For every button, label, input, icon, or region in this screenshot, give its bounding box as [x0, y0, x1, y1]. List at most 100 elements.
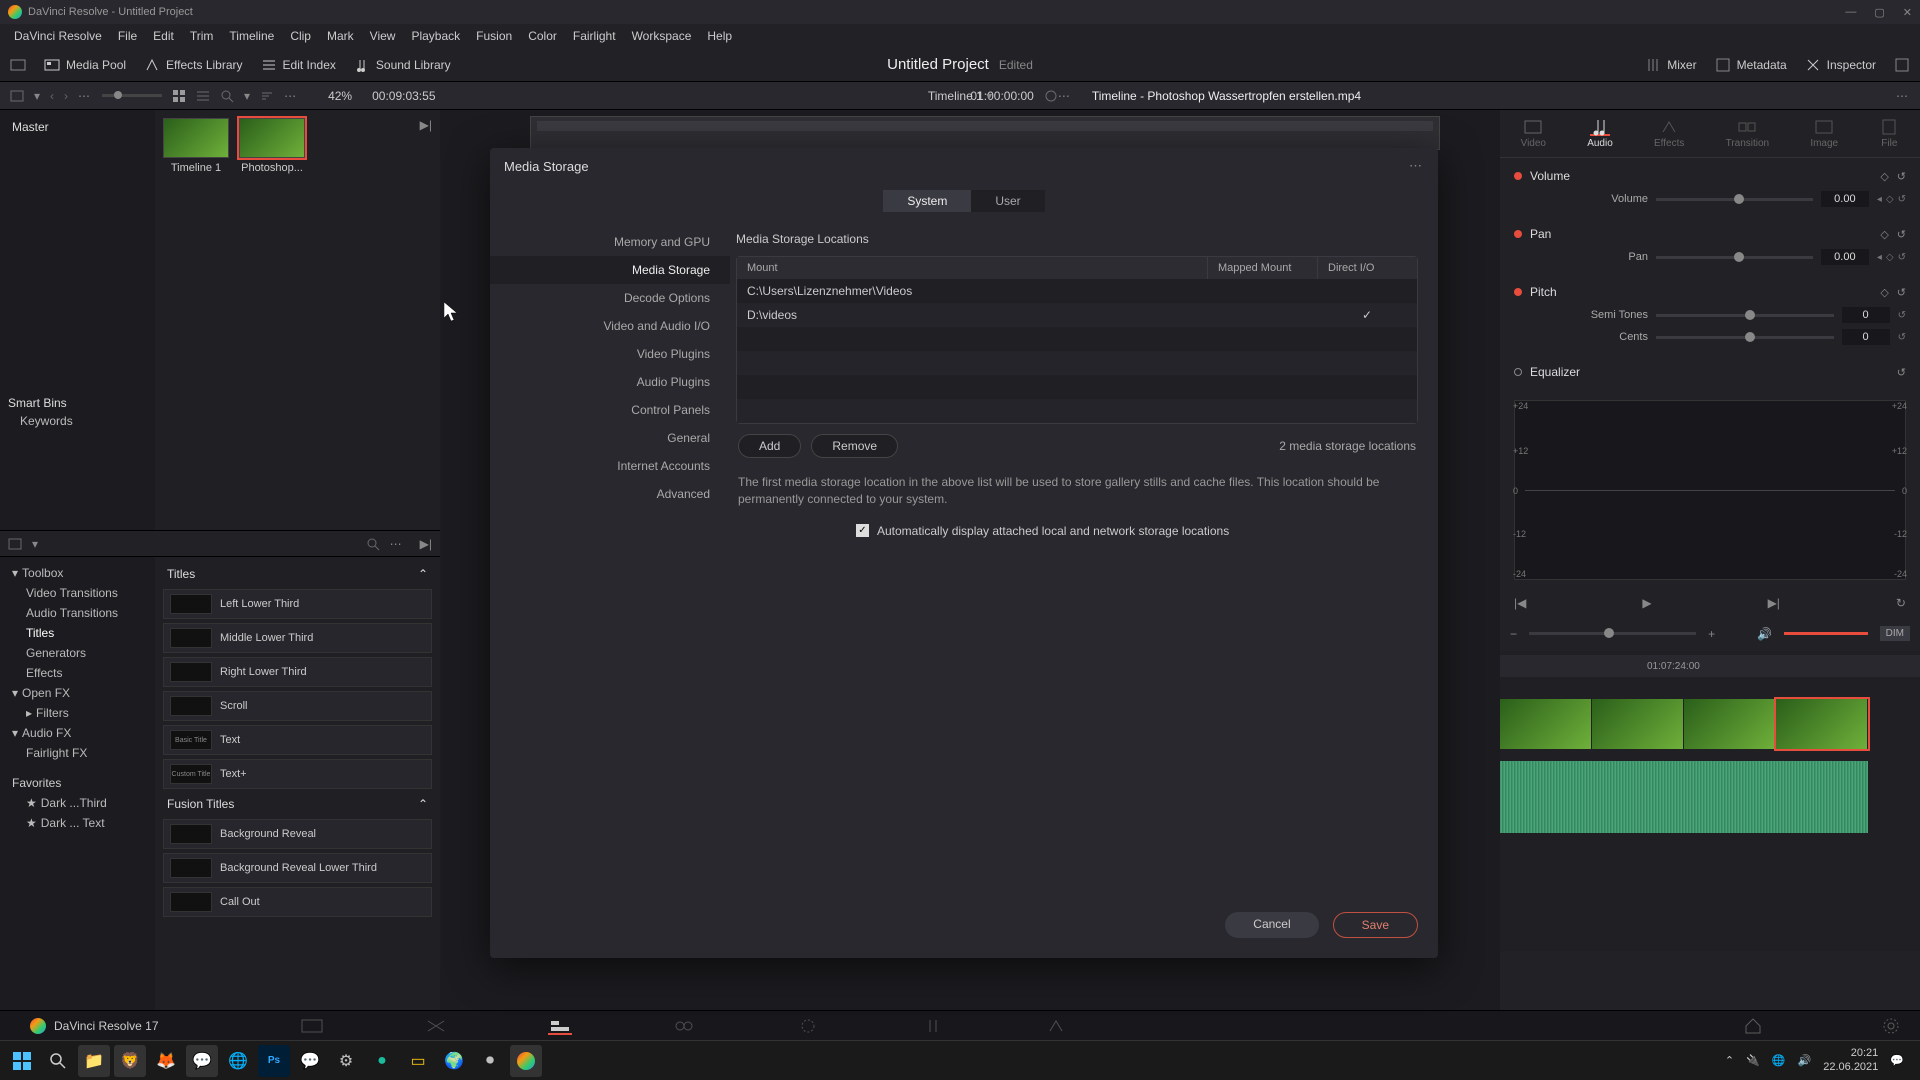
brave-icon[interactable]: 🦁	[114, 1045, 146, 1077]
more-icon[interactable]: ⋯	[284, 89, 298, 103]
user-tab[interactable]: User	[971, 190, 1044, 212]
whatsapp-icon[interactable]: 💬	[186, 1045, 218, 1077]
prev-keyframe-icon[interactable]: ◂	[1877, 252, 1882, 263]
keyframe-icon[interactable]: ◇	[1886, 194, 1894, 205]
color-page-icon[interactable]	[796, 1017, 820, 1035]
sort-icon[interactable]	[260, 89, 274, 103]
search-icon[interactable]	[366, 537, 380, 551]
nav-back-icon[interactable]: ‹	[50, 89, 54, 103]
panel-layout-icon[interactable]	[8, 537, 22, 551]
system-tab[interactable]: System	[883, 190, 971, 212]
timeline-name[interactable]: Timeline 1 ▾	[928, 89, 992, 103]
home-icon[interactable]	[1744, 1017, 1762, 1035]
more-icon[interactable]: ⋯	[1058, 89, 1072, 103]
firefox-icon[interactable]: 🦊	[150, 1045, 182, 1077]
explorer-icon[interactable]: 📁	[78, 1045, 110, 1077]
reset-icon[interactable]: ↺	[1897, 170, 1906, 183]
title-item[interactable]: Left Lower Third	[163, 589, 432, 619]
equalizer-graph[interactable]: +24 +12 0 -12 -24 +24 +12 0 -12 -24	[1514, 400, 1906, 580]
app-icon[interactable]: 🌍	[438, 1045, 470, 1077]
expand-toggle[interactable]	[1894, 57, 1910, 73]
smart-bin-keywords[interactable]: Keywords	[8, 410, 147, 432]
table-row[interactable]: D:\videos ✓	[737, 303, 1417, 327]
reset-icon[interactable]: ↺	[1897, 228, 1906, 241]
close-button[interactable]: ✕	[1903, 6, 1912, 19]
auto-display-checkbox[interactable]: ✓	[856, 524, 869, 537]
prefs-side-item[interactable]: Audio Plugins	[490, 368, 730, 396]
prefs-side-item[interactable]: Advanced	[490, 480, 730, 508]
chevron-down-icon[interactable]: ▾	[244, 89, 250, 103]
cents-value[interactable]: 0	[1842, 329, 1890, 345]
table-row[interactable]	[737, 327, 1417, 351]
timeline-ruler[interactable]: 01:07:24:00	[1500, 655, 1920, 677]
filters-node[interactable]: ▸Filters	[4, 703, 151, 723]
search-icon[interactable]	[42, 1045, 74, 1077]
audio-transitions-node[interactable]: Audio Transitions	[4, 603, 151, 623]
table-row[interactable]	[737, 375, 1417, 399]
reset-icon[interactable]: ↺	[1898, 332, 1906, 343]
fusion-titles-header[interactable]: Fusion Titles⌃	[161, 793, 434, 815]
settings-icon[interactable]	[1882, 1017, 1900, 1035]
more-icon[interactable]: ⋯	[1896, 89, 1910, 103]
video-transitions-node[interactable]: Video Transitions	[4, 583, 151, 603]
reset-icon[interactable]: ↺	[1898, 252, 1906, 263]
add-button[interactable]: Add	[738, 434, 801, 458]
chrome-icon[interactable]: 🌐	[222, 1045, 254, 1077]
inspector-tab-audio[interactable]: Audio	[1587, 118, 1613, 149]
discord-icon[interactable]: 💬	[294, 1045, 326, 1077]
inspector-toggle[interactable]: Inspector	[1805, 57, 1876, 73]
keyframe-icon[interactable]: ◇	[1886, 252, 1894, 263]
sound-library-toggle[interactable]: Sound Library	[354, 57, 451, 73]
deliver-page-icon[interactable]	[1044, 1017, 1068, 1035]
mixer-toggle[interactable]: Mixer	[1645, 57, 1696, 73]
prefs-side-item[interactable]: Internet Accounts	[490, 452, 730, 480]
bypass-icon[interactable]	[1044, 89, 1058, 103]
semitones-slider[interactable]	[1656, 314, 1834, 317]
prefs-side-item[interactable]: Control Panels	[490, 396, 730, 424]
menu-item[interactable]: File	[110, 29, 145, 43]
fairlight-page-icon[interactable]	[920, 1017, 944, 1035]
master-bin[interactable]: Master	[8, 118, 147, 136]
fusion-page-icon[interactable]	[672, 1017, 696, 1035]
audio-clip[interactable]	[1500, 761, 1868, 833]
audiofx-node[interactable]: ▾Audio FX	[4, 723, 151, 743]
title-item[interactable]: Custom TitleText+	[163, 759, 432, 789]
title-item[interactable]: Basic TitleText	[163, 725, 432, 755]
bin-view-icon[interactable]	[10, 89, 24, 103]
prev-icon[interactable]: |◀	[1514, 596, 1526, 610]
tray-network-icon[interactable]: 🌐	[1772, 1054, 1786, 1067]
menu-item[interactable]: DaVinci Resolve	[6, 29, 110, 43]
effects-node[interactable]: Effects	[4, 663, 151, 683]
inspector-tab-file[interactable]: File	[1879, 118, 1899, 149]
clip-thumbnail[interactable]: Photoshop...	[239, 118, 305, 522]
media-page-icon[interactable]	[300, 1017, 324, 1035]
list-view-icon[interactable]	[196, 89, 210, 103]
inspector-tab-image[interactable]: Image	[1810, 118, 1838, 149]
enable-dot-icon[interactable]	[1514, 172, 1522, 180]
volume-section[interactable]: Volume	[1530, 169, 1872, 183]
openfx-node[interactable]: ▾Open FX	[4, 683, 151, 703]
inspector-tab-transition[interactable]: Transition	[1726, 118, 1770, 149]
table-row[interactable]	[737, 351, 1417, 375]
edit-index-toggle[interactable]: Edit Index	[261, 57, 336, 73]
minimize-button[interactable]: —	[1845, 6, 1856, 19]
pitch-section[interactable]: Pitch	[1530, 285, 1872, 299]
next-icon[interactable]: ▶|	[420, 537, 432, 551]
table-row[interactable]	[737, 399, 1417, 423]
fusion-title-item[interactable]: Background Reveal Lower Third	[163, 853, 432, 883]
zoom-slider[interactable]	[1529, 632, 1696, 635]
play-icon[interactable]: ▶	[1642, 596, 1651, 610]
inspector-tab-effects[interactable]: Effects	[1654, 118, 1684, 149]
fusion-title-item[interactable]: Call Out	[163, 887, 432, 917]
chevron-down-icon[interactable]: ▾	[34, 89, 40, 103]
toolbox-node[interactable]: ▾Toolbox	[4, 563, 151, 583]
cancel-button[interactable]: Cancel	[1225, 912, 1318, 938]
menu-item[interactable]: Help	[699, 29, 740, 43]
app-icon[interactable]: ●	[366, 1045, 398, 1077]
prefs-side-item[interactable]: Memory and GPU	[490, 228, 730, 256]
titles-node[interactable]: Titles	[4, 623, 151, 643]
photoshop-icon[interactable]: Ps	[258, 1045, 290, 1077]
generators-node[interactable]: Generators	[4, 643, 151, 663]
reset-icon[interactable]: ↺	[1897, 286, 1906, 299]
search-icon[interactable]	[220, 89, 234, 103]
